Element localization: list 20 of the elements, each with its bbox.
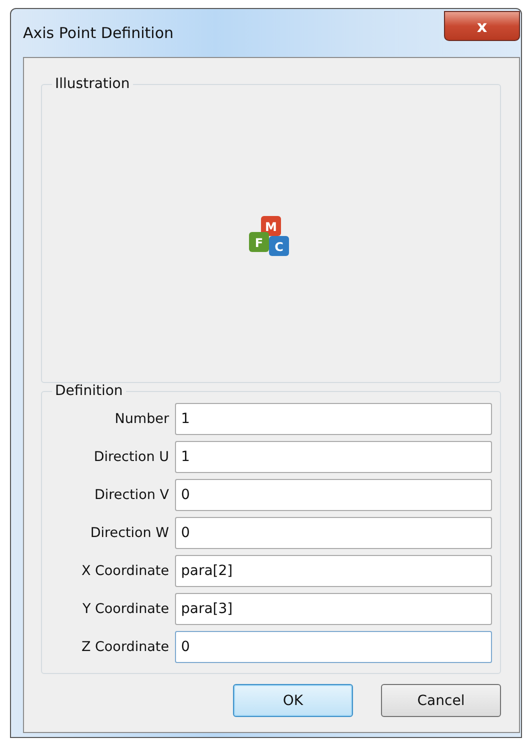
field-label: Direction U	[92, 449, 170, 465]
input-field[interactable]: 0	[175, 631, 492, 663]
field-label: X Coordinate	[80, 563, 170, 579]
field-label: Number	[114, 411, 170, 427]
field-label: Y Coordinate	[81, 601, 170, 617]
close-button[interactable]: x	[444, 11, 520, 41]
input-field[interactable]: 0	[175, 479, 492, 511]
group-title: Definition	[54, 383, 124, 399]
field-label: Z Coordinate	[80, 639, 170, 655]
input-field[interactable]: 1	[175, 403, 492, 435]
dialog-button[interactable]: Cancel	[381, 684, 501, 717]
field-label: Direction V	[93, 487, 170, 503]
group-title: Illustration	[54, 76, 131, 92]
input-field[interactable]: para[3]	[175, 593, 492, 625]
input-field[interactable]: 0	[175, 517, 492, 549]
default-button[interactable]: OK	[233, 684, 353, 717]
input-field[interactable]: 1	[175, 441, 492, 473]
field-label: Direction W	[89, 525, 170, 541]
input-field[interactable]: para[2]	[175, 555, 492, 587]
window-title: Axis Point Definition	[23, 24, 174, 42]
